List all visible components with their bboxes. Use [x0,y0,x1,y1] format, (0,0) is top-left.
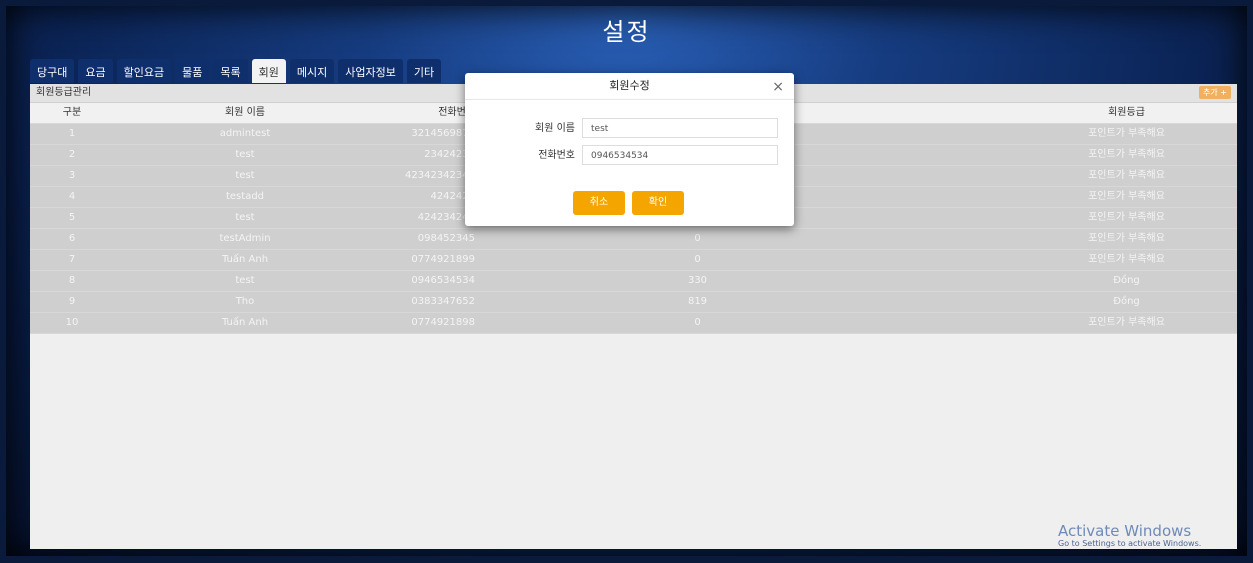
dialog-title-text: 회원수정 [609,79,650,92]
row-name: test [235,212,255,223]
row-name: Tuấn Anh [221,317,269,328]
row-no: 5 [68,212,76,223]
tab-members[interactable]: 회원 [251,59,286,83]
row-spacer [920,250,1016,270]
edit-member-dialog: 회원수정 × 회원 이름 test 전화번호 0946534534 취소 확인 [465,73,794,226]
phone-label: 전화번호 [538,150,575,161]
row-no: 3 [68,170,76,181]
row-grade: 포인트가 부족해요 [1088,191,1165,202]
close-icon[interactable]: × [772,74,784,100]
col-spacer [920,103,1016,123]
table-row: 10Tuấn Anh07749218980포인트가 부족해요✎ [30,313,1237,334]
row-spacer [920,187,1016,207]
row-spacer [920,313,1016,333]
row-grade: 포인트가 부족해요 [1088,233,1165,244]
row-grade: 포인트가 부족해요 [1088,254,1165,265]
row-phone: 42342342342 [405,170,475,181]
row-no: 9 [68,296,76,307]
confirm-button[interactable]: 확인 [632,191,684,215]
row-point: 330 [687,275,708,286]
tab-table[interactable]: 당구대 [30,59,75,83]
row-phone: 0774921899 [411,254,475,265]
row-grade: 포인트가 부족해요 [1088,149,1165,160]
col-no: 구분 [62,107,82,118]
col-phone: 전화번호 [438,107,475,118]
activation-watermark-sub: Go to Settings to activate Windows. [1058,539,1202,548]
row-phone: 4242424 [430,191,475,202]
add-button[interactable]: 추가 + [1199,86,1231,99]
tab-bar: 당구대 요금 할인요금 물품 목록 회원 메시지 사업자정보 기타 [30,59,442,83]
row-no: 6 [68,233,76,244]
row-phone: 0946534534 [411,275,475,286]
window-title: 설정 [602,18,651,46]
row-name: testAdmin [219,233,271,244]
table-row: 7Tuấn Anh07749218990포인트가 부족해요✎ [30,250,1237,271]
row-grade: 포인트가 부족해요 [1088,128,1165,139]
name-label: 회원 이름 [535,123,575,134]
row-spacer [920,166,1016,186]
row-name: testadd [225,191,265,202]
row-spacer [920,208,1016,228]
col-name: 회원 이름 [225,107,265,118]
table-row: 6testAdmin0984523450포인트가 부족해요✎ [30,229,1237,250]
panel-title: 회원등급관리 [36,87,92,98]
row-spacer [920,145,1016,165]
row-no: 1 [68,128,76,139]
dialog-title: 회원수정 × [465,73,794,100]
tab-business-info[interactable]: 사업자정보 [338,59,403,83]
tab-etc[interactable]: 기타 [406,59,442,83]
row-name: Tuấn Anh [221,254,269,265]
row-no: 4 [68,191,76,202]
tab-fee[interactable]: 요금 [78,59,113,83]
row-grade: 포인트가 부족해요 [1088,317,1165,328]
row-phone: 0383347652 [411,296,475,307]
row-phone: 3214569877 [411,128,475,139]
table-row: 9Tho0383347652819Đồng✎ [30,292,1237,313]
row-name: test [235,170,255,181]
row-spacer [920,229,1016,249]
row-point: 0 [694,233,701,244]
row-no: 7 [68,254,76,265]
row-grade: 포인트가 부족해요 [1088,170,1165,181]
row-name: test [235,275,255,286]
row-grade: Đồng [1113,296,1140,307]
name-row: 회원 이름 test [465,118,794,140]
tab-goods[interactable]: 물품 [175,59,210,83]
row-spacer [920,292,1016,312]
row-grade: 포인트가 부족해요 [1088,212,1165,223]
name-input[interactable]: test [582,118,778,138]
table-row: 8test0946534534330Đồng✎ [30,271,1237,292]
row-point: 0 [694,317,701,328]
row-no: 2 [68,149,76,160]
row-spacer [920,124,1016,144]
row-phone: 424234242 [417,212,475,223]
col-grade: 회원등급 [1108,107,1145,118]
cancel-button[interactable]: 취소 [573,191,625,215]
row-point: 819 [687,296,708,307]
row-phone: 0774921898 [411,317,475,328]
row-phone: 098452345 [417,233,475,244]
phone-input[interactable]: 0946534534 [582,145,778,165]
row-no: 8 [68,275,76,286]
activation-watermark: Activate Windows [1058,522,1192,540]
phone-row: 전화번호 0946534534 [465,145,794,167]
row-name: admintest [219,128,271,139]
tab-list[interactable]: 목록 [213,59,248,83]
row-spacer [920,271,1016,291]
row-name: Tho [235,296,255,307]
row-name: test [235,149,255,160]
row-point: 0 [694,254,701,265]
row-no: 10 [65,317,79,328]
row-grade: Đồng [1113,275,1140,286]
tab-discount[interactable]: 할인요금 [116,59,172,83]
row-phone: 23424234 [424,149,475,160]
tab-message[interactable]: 메시지 [289,59,335,83]
